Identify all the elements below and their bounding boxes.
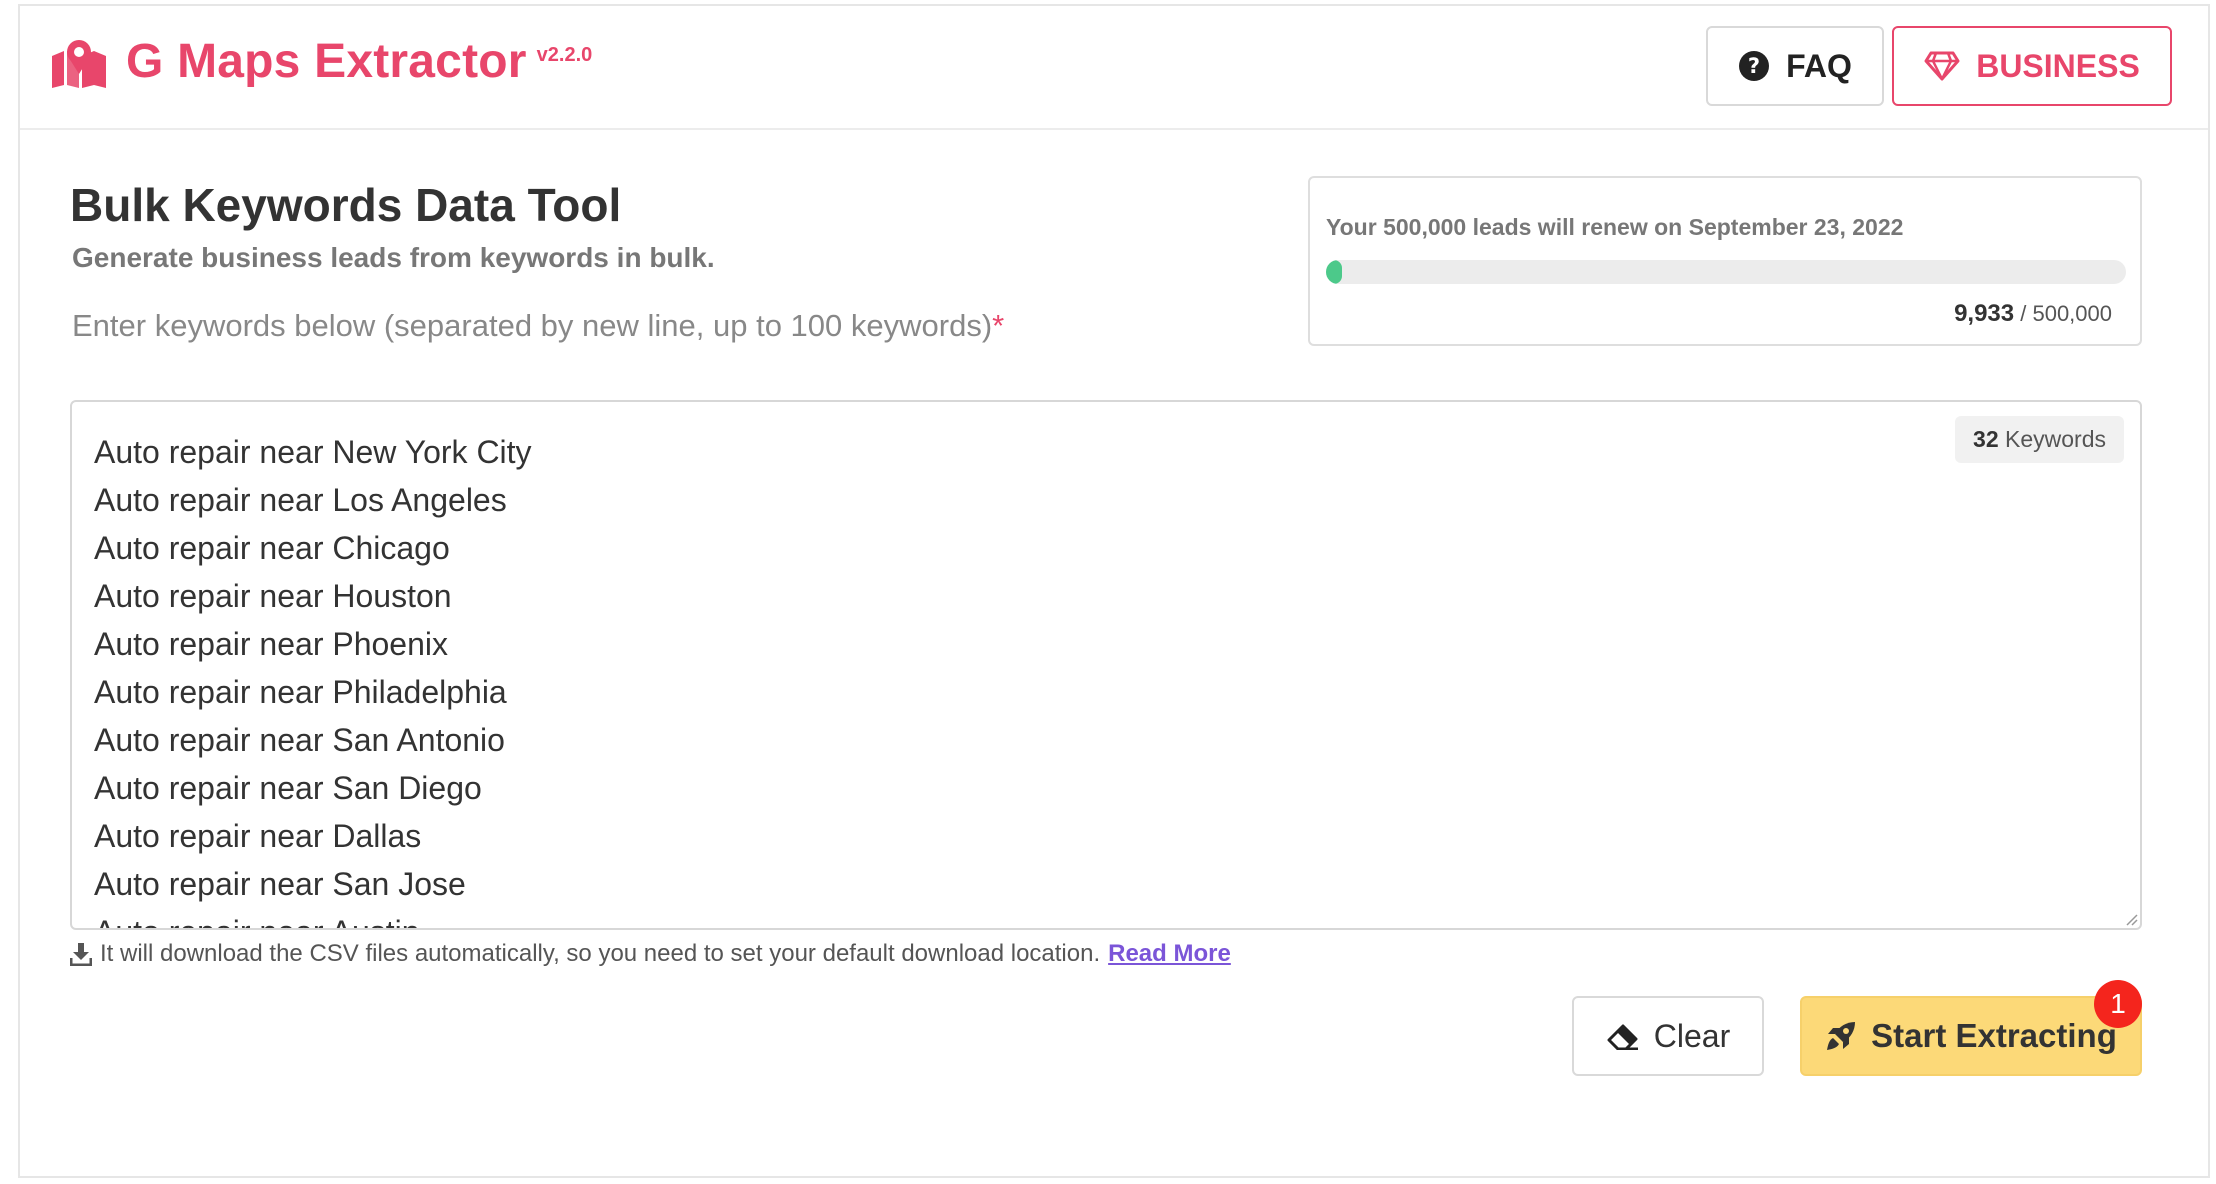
svg-text:?: ? [1748,54,1760,78]
keywords-label-text: Enter keywords below (separated by new l… [72,308,993,343]
keyword-line: Auto repair near Los Angeles [94,482,507,518]
required-mark: * [992,308,1005,343]
rocket-icon [1827,1022,1856,1050]
renew-text: Your 500,000 leads will renew on Septemb… [1326,214,1904,240]
app-header: G Maps Extractor v2.2.0 ? FAQ BUSINESS [20,6,2208,130]
usage-progress-fill [1326,260,1342,284]
usage-count: 9,933 / 500,000 [1954,300,2112,328]
map-pin-icon [52,40,106,88]
usage-progress-bar [1326,260,2126,284]
keyword-line: Auto repair near San Antonio [94,722,505,758]
keyword-line: Auto repair near Austin [94,908,1940,928]
keyword-line: Auto repair near Philadelphia [94,674,507,710]
keywords-textarea[interactable]: Auto repair near New York City Auto repai… [70,400,2142,930]
page-subtitle: Generate business leads from keywords in… [72,242,715,273]
question-circle-icon: ? [1739,51,1770,81]
usage-used: 9,933 [1954,300,2015,327]
read-more-link[interactable]: Read More [1108,940,1231,968]
download-icon [70,943,92,966]
brand-title: G Maps Extractor [126,35,527,88]
faq-label: FAQ [1786,47,1852,84]
keyword-count-badge: 32 Keywords [1955,416,2124,463]
brand: G Maps Extractor v2.2.0 [50,34,592,90]
keyword-line: Auto repair near San Jose [94,866,466,902]
keyword-line: Auto repair near Phoenix [94,626,448,662]
business-button[interactable]: BUSINESS [1892,26,2172,106]
start-extracting-button[interactable]: Start Extracting [1800,996,2142,1076]
usage-card: Your 500,000 leads will renew on Septemb… [1308,176,2142,346]
keyword-line: Auto repair near Houston [94,578,452,614]
gem-icon [1924,51,1960,81]
keyword-line: Auto repair near New York City [94,434,532,470]
version-label: v2.2.0 [536,44,593,66]
page-title: Bulk Keywords Data Tool [70,179,622,231]
business-label: BUSINESS [1976,47,2140,84]
clear-label: Clear [1653,1017,1731,1054]
faq-button[interactable]: ? FAQ [1706,26,1884,106]
keywords-input-label: Enter keywords below (separated by new l… [72,308,1004,344]
eraser-icon [1607,1024,1638,1050]
app-frame: G Maps Extractor v2.2.0 ? FAQ BUSINESS B… [18,4,2210,1178]
keyword-count-suffix: Keywords [2005,426,2106,452]
usage-total: / 500,000 [2020,301,2112,326]
keyword-line: Auto repair near Chicago [94,530,450,566]
keyword-count: 32 [1973,426,1999,452]
keyword-line: Auto repair near Dallas [94,818,422,854]
notification-badge: 1 [2094,980,2142,1028]
keywords-list: Auto repair near New York City Auto repai… [94,428,1940,928]
helper-text: It will download the CSV files automatic… [100,940,1101,967]
clear-button[interactable]: Clear [1572,996,1764,1076]
resize-handle-icon[interactable] [2122,910,2138,926]
keyword-line: Auto repair near San Diego [94,770,482,806]
download-helper: It will download the CSV files automatic… [70,940,1231,968]
start-extracting-label: Start Extracting [1871,1017,2117,1054]
